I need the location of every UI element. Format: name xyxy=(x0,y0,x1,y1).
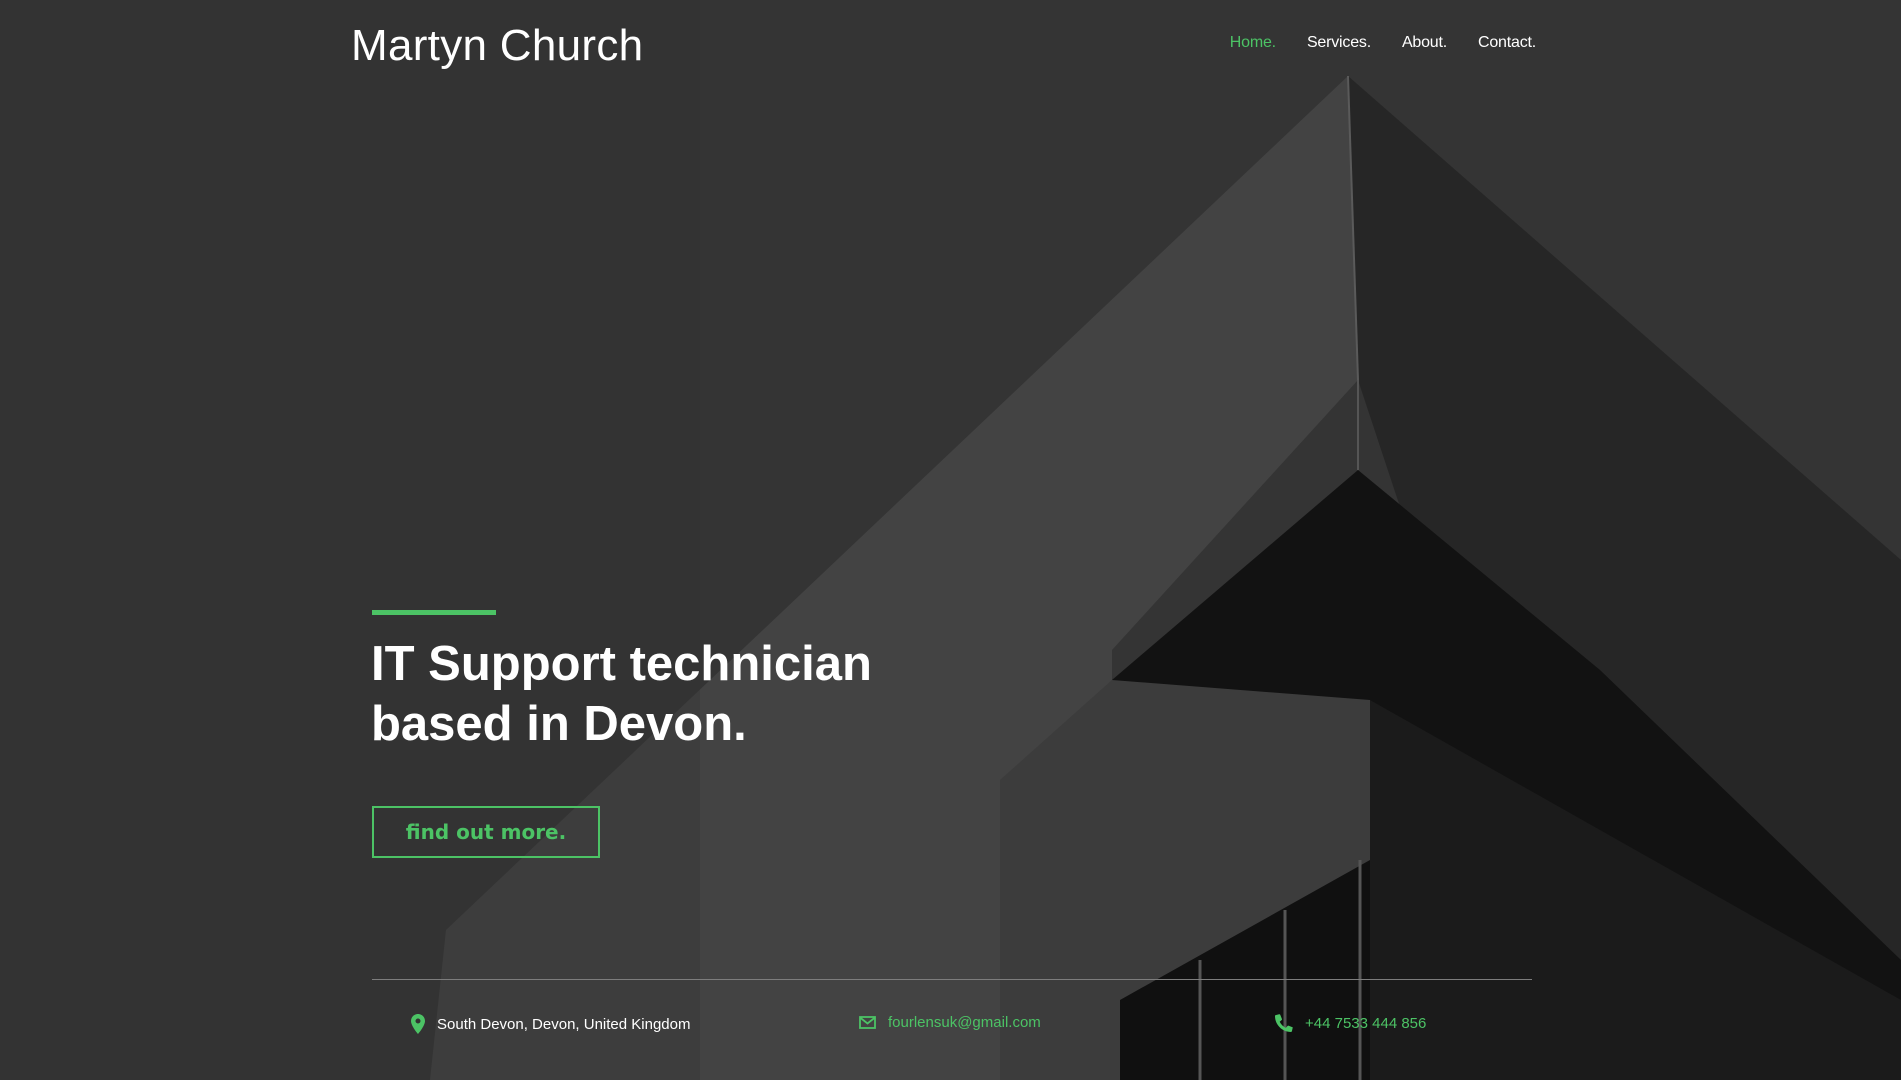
nav-item-home[interactable]: Home. xyxy=(1230,34,1276,52)
contact-location: South Devon, Devon, United Kingdom xyxy=(411,1014,690,1034)
hero-headline: IT Support technician based in Devon. xyxy=(371,634,931,754)
contact-phone-link[interactable]: +44 7533 444 856 xyxy=(1305,1015,1426,1032)
envelope-icon xyxy=(859,1016,876,1029)
find-out-more-button[interactable]: find out more. xyxy=(372,806,600,858)
site-brand-title[interactable]: Martyn Church xyxy=(351,20,643,72)
map-pin-icon xyxy=(411,1014,425,1034)
main-navigation: Home. Services. About. Contact. xyxy=(1230,34,1536,52)
contact-phone[interactable]: +44 7533 444 856 xyxy=(1275,1014,1426,1032)
nav-item-contact[interactable]: Contact. xyxy=(1478,34,1536,52)
contact-divider xyxy=(372,979,1532,980)
nav-item-about[interactable]: About. xyxy=(1402,34,1447,52)
hero-accent-bar xyxy=(372,610,496,615)
hero-background-building-image xyxy=(0,0,1901,1080)
nav-item-services[interactable]: Services. xyxy=(1307,34,1371,52)
hero-headline-line-1: IT Support technician xyxy=(371,637,872,691)
contact-location-text: South Devon, Devon, United Kingdom xyxy=(437,1015,691,1033)
contact-email-link[interactable]: fourlensuk@gmail.com xyxy=(888,1014,1041,1031)
phone-icon xyxy=(1275,1014,1293,1032)
contact-email[interactable]: fourlensuk@gmail.com xyxy=(859,1014,1041,1031)
hero-headline-line-2: based in Devon. xyxy=(371,697,747,751)
